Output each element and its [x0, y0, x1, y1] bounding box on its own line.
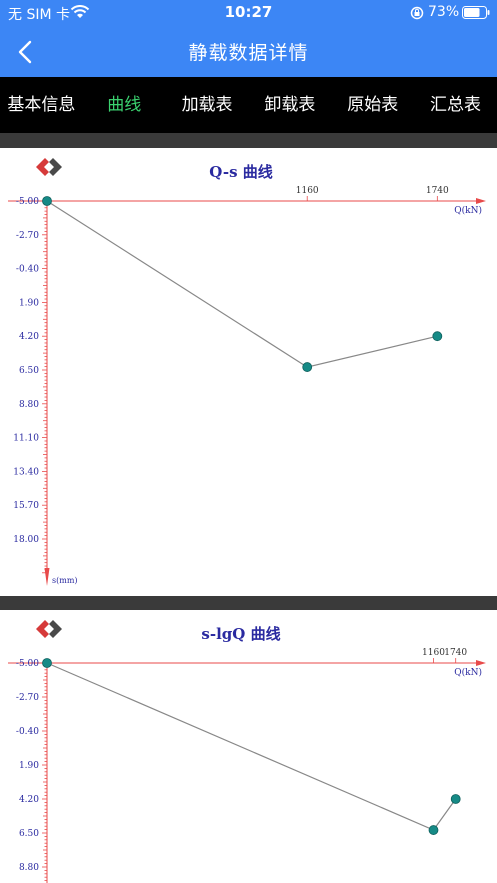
- data-point: [42, 196, 52, 206]
- y-tick-label: 4.20: [19, 332, 39, 342]
- data-point: [450, 794, 461, 804]
- series-line: [46, 200, 438, 368]
- y-tick-label: -5.00: [16, 197, 39, 207]
- slgq-curve-chart: s-lgQ 曲线 Q(kN) -5.00 -2.70 -0.40 1.90 4.20 6.50…: [0, 610, 497, 883]
- brand-logo-icon: [36, 620, 62, 638]
- chart-title: Q-s 曲线: [209, 163, 273, 181]
- qs-curve-chart: Q-s 曲线 Q(kN) s(mm) -5.00 -2.70 -0.40 1.90 4.20 6…: [0, 148, 497, 596]
- y-tick-label: 15.70: [13, 501, 39, 511]
- y-tick-label: -0.40: [16, 727, 39, 737]
- y-tick-label: -2.70: [16, 693, 39, 703]
- y-tick-label: 4.20: [19, 795, 39, 805]
- qs-curve-svg: Q-s 曲线 Q(kN) s(mm) -5.00 -2.70 -0.40 1.90 4.20 6…: [8, 158, 486, 586]
- tab-summary-table[interactable]: 汇总表: [414, 77, 497, 133]
- tab-curve[interactable]: 曲线: [83, 77, 166, 133]
- app-header: 无 SIM 卡 10:27 73% 静载数据详情: [0, 0, 497, 77]
- data-point: [302, 362, 313, 372]
- y-tick-label: 18.00: [13, 535, 39, 545]
- y-tick-label: 1.90: [19, 298, 39, 308]
- page-title: 静载数据详情: [188, 42, 309, 64]
- battery-percent: 73%: [428, 4, 460, 20]
- y-tick-label: -5.00: [16, 659, 39, 669]
- y-axis-arrow: [44, 568, 50, 586]
- y-tick-label: -0.40: [16, 265, 39, 275]
- x-tick-label: 1740: [426, 186, 449, 196]
- y-tick-label: 8.80: [19, 400, 39, 410]
- y-tick-label: 8.80: [19, 863, 39, 873]
- series-line: [46, 662, 457, 831]
- battery-icon: [462, 6, 490, 19]
- y-tick-label: 13.40: [13, 467, 39, 477]
- x-tick-label: 1740: [444, 648, 467, 658]
- y-tick-label: 11.10: [13, 434, 39, 444]
- x-axis-arrow: [476, 198, 486, 204]
- x-tick-label: 1160: [296, 186, 319, 196]
- data-point: [42, 658, 52, 668]
- x-axis-label: Q(kN): [454, 667, 482, 678]
- y-tick-label: -2.70: [16, 231, 39, 241]
- y-axis-label: s(mm): [52, 576, 78, 585]
- x-tick-label: 1160: [422, 648, 445, 658]
- tab-bar: 基本信息 曲线 加载表 卸载表 原始表 汇总表: [0, 77, 497, 133]
- tab-raw-table[interactable]: 原始表: [331, 77, 414, 133]
- tab-basic-info[interactable]: 基本信息: [0, 77, 83, 133]
- x-axis-arrow: [476, 660, 486, 666]
- tab-unloading-table[interactable]: 卸载表: [248, 77, 331, 133]
- data-point: [432, 331, 443, 342]
- status-bar: 无 SIM 卡 10:27 73%: [0, 0, 497, 26]
- x-axis-label: Q(kN): [454, 205, 482, 216]
- brand-logo-icon: [36, 158, 62, 176]
- y-tick-label: 6.50: [19, 829, 39, 839]
- chart-title: s-lgQ 曲线: [201, 625, 280, 643]
- orientation-lock-icon: [410, 6, 424, 20]
- y-tick-label: 6.50: [19, 366, 39, 376]
- y-tick-label: 1.90: [19, 761, 39, 771]
- slgq-curve-svg: s-lgQ 曲线 Q(kN) -5.00 -2.70 -0.40 1.90 4.20 6.50…: [8, 620, 486, 883]
- data-point: [428, 825, 439, 835]
- tab-loading-table[interactable]: 加载表: [166, 77, 249, 133]
